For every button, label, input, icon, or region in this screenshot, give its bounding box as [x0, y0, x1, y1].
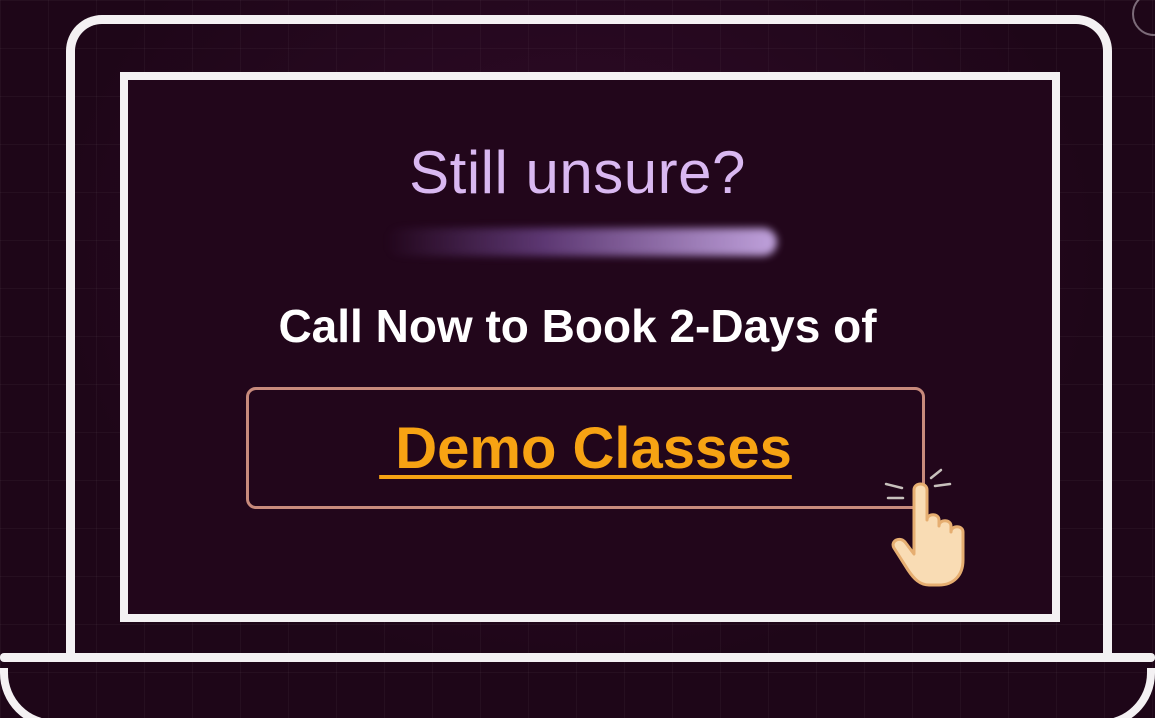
subheadline: Call Now to Book 2-Days of: [278, 300, 877, 352]
laptop-base-outline: [0, 668, 1155, 718]
laptop-base-top-line: [0, 653, 1155, 662]
demo-classes-link[interactable]: Demo Classes: [379, 415, 792, 482]
pointer-hand-icon: [884, 468, 965, 587]
demo-classes-button[interactable]: Demo Classes: [246, 387, 925, 509]
headline: Still unsure?: [409, 139, 746, 206]
headline-glow-bar: [385, 228, 777, 256]
